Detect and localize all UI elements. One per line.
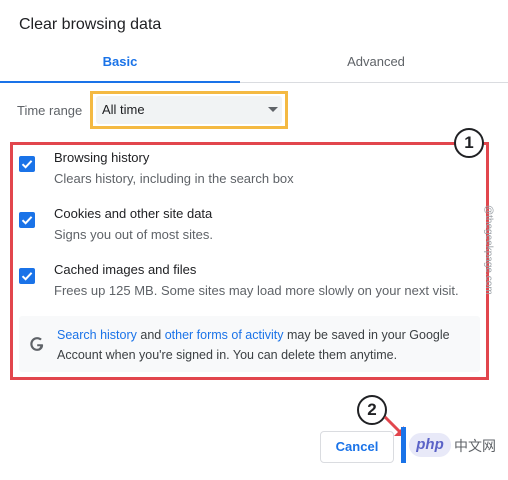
option-title: Cookies and other site data	[54, 206, 213, 221]
checkmark-icon	[21, 216, 33, 225]
cookies-checkbox[interactable]	[19, 212, 35, 228]
time-range-label: Time range	[17, 103, 83, 118]
search-history-link[interactable]: Search history	[57, 328, 137, 342]
clear-data-button[interactable]	[401, 427, 406, 463]
time-range-select[interactable]: All time	[96, 96, 282, 124]
browsing-history-checkbox[interactable]	[19, 156, 35, 172]
google-g-icon	[30, 337, 44, 351]
tab-bar: Basic Advanced	[0, 44, 508, 83]
dialog-title: Clear browsing data	[19, 16, 162, 33]
cached-images-checkbox[interactable]	[19, 268, 35, 284]
watermark: @thegeekpage.com	[483, 205, 494, 295]
time-range-value: All time	[102, 102, 145, 117]
option-cached-images: Cached images and files Frees up 125 MB.…	[19, 262, 479, 302]
checkmark-icon	[21, 160, 33, 169]
clear-browsing-data-dialog: Clear browsing data Basic Advanced Time …	[0, 0, 508, 480]
option-browsing-history: Browsing history Clears history, includi…	[19, 150, 479, 190]
cancel-button[interactable]: Cancel	[320, 431, 394, 463]
tab-advanced[interactable]: Advanced	[244, 44, 508, 81]
info-text: Search history and other forms of activi…	[57, 325, 467, 365]
tab-basic[interactable]: Basic	[0, 44, 240, 81]
checkmark-icon	[21, 272, 33, 281]
php-cn-label: 中文网	[454, 438, 496, 454]
option-cookies: Cookies and other site data Signs you ou…	[19, 206, 479, 246]
option-description: Signs you out of most sites.	[54, 227, 213, 242]
other-activity-link[interactable]: other forms of activity	[165, 328, 284, 342]
chevron-down-icon	[268, 107, 278, 112]
option-description: Clears history, including in the search …	[54, 171, 294, 186]
option-title: Browsing history	[54, 150, 150, 165]
option-description: Frees up 125 MB. Some sites may load mor…	[54, 283, 459, 298]
tab-basic-underline	[0, 81, 240, 83]
option-title: Cached images and files	[54, 262, 197, 277]
google-account-info: Search history and other forms of activi…	[19, 316, 480, 372]
info-text-and: and	[136, 328, 165, 342]
php-logo: php	[409, 433, 451, 457]
